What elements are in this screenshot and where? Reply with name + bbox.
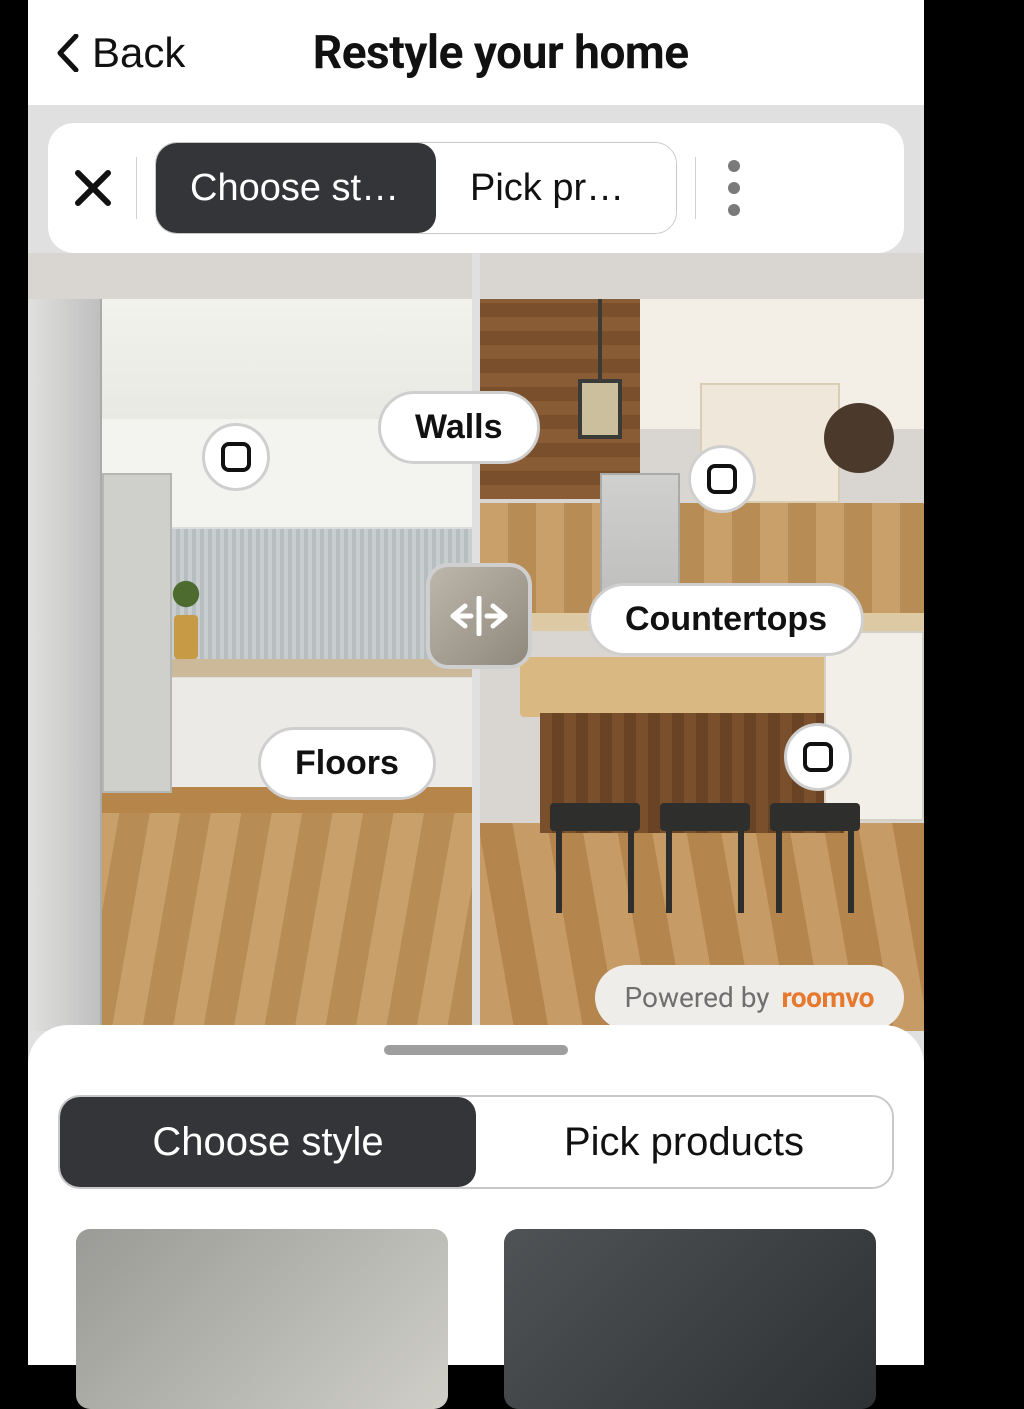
style-thumbnail[interactable] (504, 1229, 876, 1409)
before-image (28, 253, 472, 1031)
compare-slider-handle[interactable] (426, 563, 532, 669)
pill-countertops[interactable]: Countertops (588, 583, 864, 656)
header: Back Restyle your home (28, 0, 924, 105)
page-title: Restyle your home (105, 26, 896, 80)
close-icon (73, 168, 113, 208)
square-icon (803, 742, 833, 772)
bottom-segment-control: Choose style Pick products (58, 1095, 894, 1189)
sheet-grabber[interactable] (384, 1045, 568, 1055)
divider (136, 157, 137, 219)
divider (695, 157, 696, 219)
powered-by-brand: roomvo (782, 981, 874, 1014)
style-thumbnails (28, 1189, 924, 1409)
chevron-left-icon (56, 34, 80, 72)
top-toolbar: Choose style Pick produ... (48, 123, 904, 253)
compare-view: Walls Countertops Floors (28, 253, 924, 1031)
square-icon (707, 464, 737, 494)
hotspot-left-upper[interactable] (202, 423, 270, 491)
tab-pick-products[interactable]: Pick produ... (436, 143, 676, 233)
compare-horizontal-icon (447, 596, 511, 636)
content-area: Choose style Pick produ... (28, 105, 924, 1365)
more-vertical-icon (728, 160, 740, 172)
square-icon (221, 442, 251, 472)
close-button[interactable] (68, 163, 118, 213)
hotspot-right-lower[interactable] (784, 723, 852, 791)
pill-walls[interactable]: Walls (378, 391, 540, 464)
bottom-tab-choose-style[interactable]: Choose style (60, 1097, 476, 1187)
powered-by-badge: Powered by roomvo (595, 965, 904, 1030)
pill-floors[interactable]: Floors (258, 727, 436, 800)
bottom-sheet: Choose style Pick products (28, 1025, 924, 1365)
powered-by-label: Powered by (625, 981, 770, 1014)
more-vertical-icon (728, 182, 740, 194)
bottom-tab-pick-products[interactable]: Pick products (476, 1097, 892, 1187)
app-frame: Back Restyle your home Choose style Pick… (28, 0, 924, 1365)
more-vertical-icon (728, 204, 740, 216)
hotspot-right-upper[interactable] (688, 445, 756, 513)
more-button[interactable] (714, 158, 754, 218)
tab-choose-style[interactable]: Choose style (156, 143, 436, 233)
top-segment-control: Choose style Pick produ... (155, 142, 677, 234)
style-thumbnail[interactable] (76, 1229, 448, 1409)
